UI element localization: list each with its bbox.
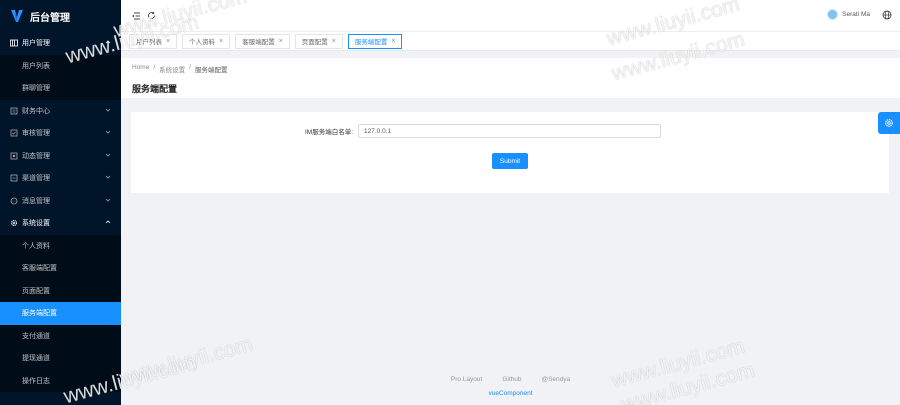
gear-icon: [885, 119, 893, 127]
sidebar-item-server-config[interactable]: 服务端配置: [0, 302, 121, 325]
sidebar-item-label: 群聊管理: [22, 85, 50, 93]
tab-server-config[interactable]: 服务端配置 ×: [347, 33, 403, 49]
reload-icon[interactable]: [147, 11, 156, 20]
tab-label: 客服端配置: [242, 39, 275, 46]
sidebar-item-user-list[interactable]: 用户列表: [0, 55, 121, 78]
whitelist-label: IM服务端白名单:: [304, 129, 353, 136]
language-globe-icon[interactable]: [882, 10, 892, 20]
sidebar-item-label: 个人资料: [22, 242, 50, 250]
submenu-system-settings: 个人资料 客服端配置 页面配置 服务端配置 支付通道 提现通道 操作日志: [0, 234, 121, 393]
user-menu[interactable]: Serati Ma: [827, 9, 870, 20]
logo-icon: [11, 10, 23, 22]
breadcrumb-home[interactable]: Home: [132, 64, 149, 74]
sidebar-item-client-config[interactable]: 客服端配置: [0, 257, 121, 280]
sidebar-item-label: 服务端配置: [22, 310, 57, 318]
breadcrumb-current: 服务端配置: [194, 67, 228, 74]
message-icon: [10, 197, 18, 205]
submit-button[interactable]: Submit: [492, 153, 528, 169]
sidebar-item-system-settings[interactable]: 系统设置: [0, 212, 121, 235]
chevron-down-icon: [105, 175, 111, 179]
sidebar-item-label: 用户列表: [22, 62, 50, 70]
tab-label: 服务端配置: [354, 39, 388, 46]
breadcrumb-parent[interactable]: 系统设置: [159, 64, 185, 74]
sidebar-item-label: 系统设置: [22, 220, 50, 228]
chevron-down-icon: [105, 153, 111, 157]
footer-link-pro-layout[interactable]: Pro Layout: [451, 376, 482, 383]
wallet-icon: [10, 107, 18, 115]
user-name: Serati Ma: [842, 11, 870, 18]
feed-icon: [10, 152, 18, 160]
submenu-users: 用户列表 群聊管理: [0, 54, 121, 100]
chevron-down-icon: [105, 198, 111, 202]
chevron-up-icon: [105, 40, 111, 44]
tab-label: 用户列表: [136, 39, 162, 46]
sidebar-item-label: 渠道管理: [22, 175, 50, 183]
close-icon[interactable]: ×: [332, 38, 336, 45]
footer: Pro Layout Github @Sendya vueComponent: [121, 376, 900, 397]
tab-page-config[interactable]: 页面配置 ×: [294, 33, 343, 49]
breadcrumb-separator: /: [153, 64, 156, 71]
settings-drawer-button[interactable]: [878, 112, 900, 134]
top-header: Serati Ma: [121, 0, 900, 31]
footer-link-sendya[interactable]: @Sendya: [541, 376, 570, 383]
sidebar-item-withdraw-channels[interactable]: 提现通道: [0, 347, 121, 370]
logo[interactable]: 后台管理: [0, 0, 121, 32]
breadcrumb: Home / 系统设置 / 服务端配置: [132, 64, 889, 74]
tab-label: 个人资料: [189, 39, 216, 46]
sidebar-item-operation-logs[interactable]: 操作日志: [0, 370, 121, 393]
avatar: [827, 9, 839, 20]
logo-text: 后台管理: [30, 12, 70, 24]
tab-client-config[interactable]: 客服端配置 ×: [235, 33, 290, 49]
sidebar-item-label: 支付通道: [22, 332, 50, 340]
sidebar-item-users[interactable]: 用户管理: [0, 32, 121, 55]
sidebar-item-label: 财务中心: [22, 107, 50, 115]
tab-user-list[interactable]: 用户列表 ×: [129, 33, 178, 49]
sidebar: 后台管理 用户管理 用户列表 群聊管理 财务中心 审核管理 动态管理 渠道管理 …: [0, 0, 121, 405]
sidebar-item-page-config[interactable]: 页面配置: [0, 280, 121, 303]
sidebar-item-payment-channels[interactable]: 支付通道: [0, 325, 121, 348]
sidebar-item-group-chats[interactable]: 群聊管理: [0, 77, 121, 100]
sidebar-item-finance[interactable]: 财务中心: [0, 100, 121, 123]
tab-label: 页面配置: [301, 39, 328, 46]
footer-link-github[interactable]: Github: [502, 376, 521, 383]
menu-fold-icon[interactable]: [131, 11, 141, 21]
sidebar-item-label: 提现通道: [22, 355, 50, 363]
sidebar-item-label: 页面配置: [22, 287, 50, 295]
tab-profile[interactable]: 个人资料 ×: [182, 33, 231, 49]
sidebar-item-channels[interactable]: 渠道管理: [0, 167, 121, 190]
close-icon[interactable]: ×: [279, 38, 283, 45]
chevron-down-icon: [105, 108, 111, 112]
footer-copyright: vueComponent: [488, 390, 533, 397]
sidebar-item-messages[interactable]: 消息管理: [0, 190, 121, 213]
user-icon: [10, 39, 18, 47]
sidebar-item-label: 用户管理: [22, 40, 50, 48]
form-card: IM服务端白名单: Submit: [131, 112, 889, 193]
close-icon[interactable]: ×: [219, 38, 223, 45]
close-icon[interactable]: ×: [166, 38, 170, 45]
whitelist-form-row: IM服务端白名单:: [301, 124, 661, 138]
sidebar-item-label: 消息管理: [22, 197, 50, 205]
breadcrumb-separator: /: [189, 64, 191, 71]
sidebar-item-profile[interactable]: 个人资料: [0, 235, 121, 258]
close-icon[interactable]: ×: [391, 38, 395, 45]
chevron-down-icon: [105, 130, 111, 134]
tab-bar: 用户列表 × 个人资料 × 客服端配置 × 页面配置 × 服务端配置 ×: [121, 31, 900, 51]
sidebar-item-feeds[interactable]: 动态管理: [0, 145, 121, 168]
page-header: Home / 系统设置 / 服务端配置 服务端配置: [121, 58, 900, 98]
sidebar-item-label: 动态管理: [22, 152, 50, 160]
settings-icon: [10, 220, 18, 227]
sidebar-item-label: 客服端配置: [22, 265, 57, 273]
channel-icon: [10, 174, 18, 182]
sidebar-item-label: 操作日志: [22, 377, 50, 385]
whitelist-input[interactable]: [358, 124, 661, 138]
check-icon: [10, 129, 18, 137]
footer-links: Pro Layout Github @Sendya: [121, 376, 900, 383]
chevron-up-icon: [105, 220, 111, 224]
sidebar-item-audit[interactable]: 审核管理: [0, 122, 121, 145]
page-title: 服务端配置: [132, 84, 178, 94]
sidebar-item-label: 审核管理: [22, 130, 50, 138]
